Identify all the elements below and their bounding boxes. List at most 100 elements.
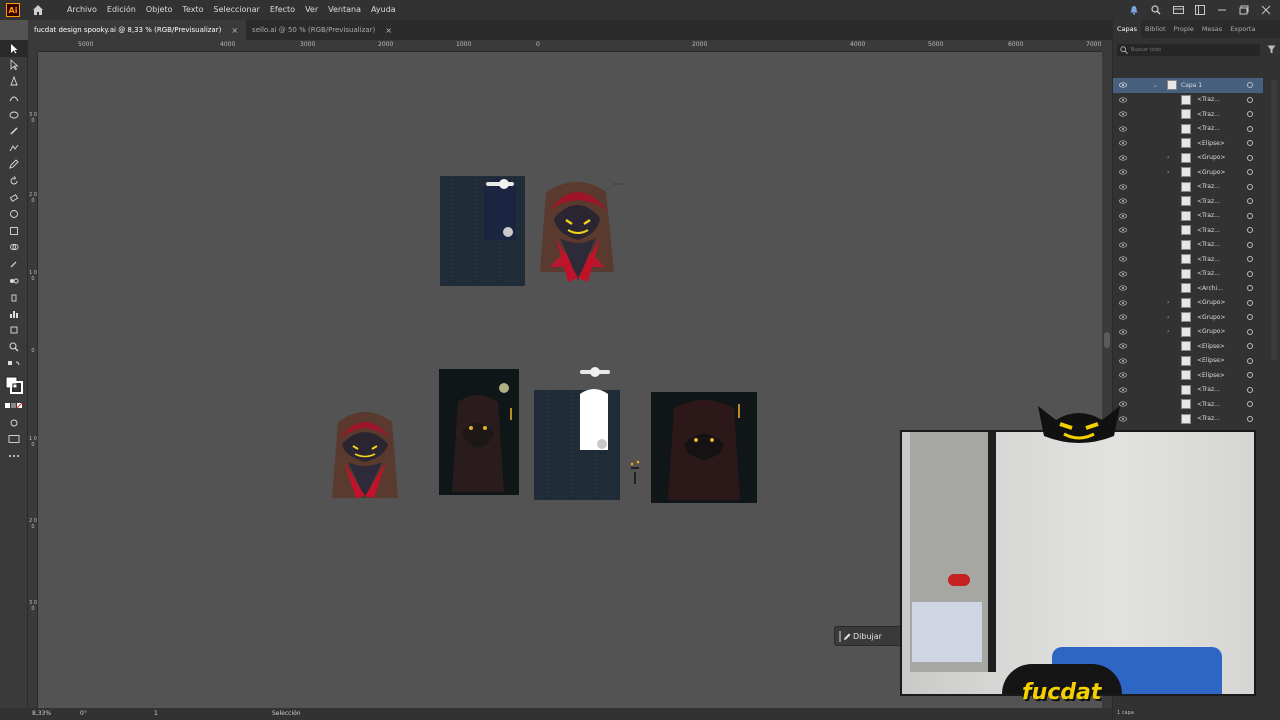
visibility-icon[interactable] [1119, 372, 1127, 378]
artboard-number[interactable]: 1 [154, 710, 158, 717]
visibility-icon[interactable] [1119, 343, 1127, 349]
zoom-tool-icon[interactable] [0, 339, 28, 356]
menu-ver[interactable]: Ver [300, 0, 323, 20]
layer-row[interactable]: › <Grupo> [1113, 151, 1280, 166]
warp-tool-icon[interactable] [0, 206, 28, 223]
horizontal-ruler[interactable]: 5000 4000 3000 2000 1000 0 2000 4000 500… [38, 40, 1102, 52]
target-icon[interactable] [1247, 343, 1253, 350]
visibility-icon[interactable] [1119, 300, 1127, 306]
blend-tool-icon[interactable] [0, 272, 28, 289]
menu-seleccionar[interactable]: Seleccionar [209, 0, 265, 20]
close-tab-icon[interactable]: × [231, 26, 238, 35]
visibility-icon[interactable] [1119, 184, 1127, 190]
symbol-sprayer-tool-icon[interactable] [0, 289, 28, 306]
swap-colors-icon[interactable] [0, 355, 28, 372]
rotation-value[interactable]: 0° [80, 710, 87, 717]
paintbrush-tool-icon[interactable] [0, 123, 28, 140]
visibility-icon[interactable] [1119, 198, 1127, 204]
target-icon[interactable] [1247, 285, 1253, 292]
screen-mode-icon[interactable] [0, 431, 28, 448]
illustration-brick-doorway[interactable] [534, 367, 640, 500]
tab-capas[interactable]: Capas [1113, 20, 1142, 38]
layer-row[interactable]: › <Grupo> [1113, 165, 1280, 180]
ellipse-tool-icon[interactable] [0, 106, 28, 123]
curvature-tool-icon[interactable] [0, 90, 28, 107]
tab-mesas[interactable]: Mesas [1198, 20, 1226, 38]
illustration-dark-throne[interactable] [651, 392, 757, 503]
expand-icon[interactable]: › [1167, 154, 1173, 161]
shaper-tool-icon[interactable] [0, 140, 28, 157]
tab-bibliotecas[interactable]: Bibliot [1141, 20, 1170, 38]
illustration-dark-scene[interactable] [439, 369, 519, 495]
illustration-window-wall[interactable] [440, 176, 525, 286]
eraser-tool-icon[interactable] [0, 189, 28, 206]
tab-fucdat-design[interactable]: fucdat design spooky.ai @ 8,33 % (RGB/Pr… [28, 20, 247, 40]
target-icon[interactable] [1247, 96, 1253, 103]
visibility-icon[interactable] [1119, 97, 1127, 103]
layer-row[interactable]: <Traz... [1113, 397, 1280, 412]
target-icon[interactable] [1247, 212, 1253, 219]
target-icon[interactable] [1247, 328, 1253, 335]
home-icon[interactable] [30, 2, 46, 18]
target-icon[interactable] [1247, 198, 1253, 205]
layer-row[interactable]: <Traz... [1113, 209, 1280, 224]
drag-handle[interactable] [839, 631, 841, 642]
visibility-icon[interactable] [1119, 242, 1127, 248]
visibility-icon[interactable] [1119, 140, 1127, 146]
layer-row[interactable]: <Traz... [1113, 93, 1280, 108]
menu-efecto[interactable]: Efecto [265, 0, 300, 20]
target-icon[interactable] [1247, 183, 1253, 190]
menu-texto[interactable]: Texto [177, 0, 208, 20]
visibility-icon[interactable] [1119, 213, 1127, 219]
scrollbar-thumb[interactable] [1104, 332, 1110, 348]
tab-exportar[interactable]: Exporta [1226, 20, 1259, 38]
layers-search-input[interactable] [1131, 45, 1241, 55]
collapse-icon[interactable]: ⌄ [1153, 82, 1159, 89]
visibility-icon[interactable] [1119, 358, 1127, 364]
layer-row[interactable]: <Traz... [1113, 238, 1280, 253]
visibility-icon[interactable] [1119, 314, 1127, 320]
menu-ventana[interactable]: Ventana [323, 0, 366, 20]
layer-row[interactable]: <Elipse> [1113, 368, 1280, 383]
illustration-vampire-cat-small[interactable] [332, 412, 398, 498]
target-icon[interactable] [1247, 227, 1253, 234]
layer-row[interactable]: <Traz... [1113, 223, 1280, 238]
visibility-icon[interactable] [1119, 256, 1127, 262]
expand-icon[interactable]: › [1167, 314, 1173, 321]
visibility-icon[interactable] [1119, 155, 1127, 161]
target-icon[interactable] [1247, 154, 1253, 161]
artboard-tool-icon[interactable] [0, 322, 28, 339]
layer-row[interactable]: <Traz... [1113, 267, 1280, 282]
menu-ayuda[interactable]: Ayuda [366, 0, 401, 20]
pen-tool-icon[interactable] [0, 73, 28, 90]
visibility-icon[interactable] [1119, 227, 1127, 233]
close-tab-icon[interactable]: × [385, 26, 392, 35]
layer-row[interactable]: <Archi... [1113, 281, 1280, 296]
selection-tool-icon[interactable] [0, 40, 28, 57]
draw-mode-icon[interactable] [0, 414, 28, 431]
visibility-icon[interactable] [1119, 82, 1127, 88]
notification-icon[interactable] [1128, 4, 1140, 16]
close-icon[interactable] [1260, 4, 1272, 16]
arrange-documents-icon[interactable] [1172, 4, 1184, 16]
layer-row[interactable]: <Elipse> [1113, 354, 1280, 369]
target-icon[interactable] [1247, 386, 1253, 393]
layers-search[interactable] [1117, 44, 1276, 56]
layer-row[interactable]: <Traz... [1113, 180, 1280, 195]
layer-row[interactable]: › <Grupo> [1113, 296, 1280, 311]
menu-edicion[interactable]: Edición [102, 0, 141, 20]
target-icon[interactable] [1247, 372, 1253, 379]
layer-row[interactable]: <Traz... [1113, 194, 1280, 209]
target-icon[interactable] [1247, 314, 1253, 321]
tab-sello[interactable]: sello.ai @ 50 % (RGB/Previsualizar) × [246, 20, 400, 40]
target-icon[interactable] [1247, 415, 1253, 422]
expand-icon[interactable]: › [1167, 328, 1173, 335]
layer-capa-1[interactable]: ⌄ Capa 1 [1113, 78, 1263, 93]
expand-icon[interactable]: › [1167, 299, 1173, 306]
search-icon[interactable] [1150, 4, 1162, 16]
visibility-icon[interactable] [1119, 387, 1127, 393]
minimize-icon[interactable] [1216, 4, 1228, 16]
illustration-vampire-cat[interactable]: ~~~ [540, 182, 626, 282]
draw-widget[interactable]: Dibujar [834, 626, 904, 646]
visibility-icon[interactable] [1119, 271, 1127, 277]
